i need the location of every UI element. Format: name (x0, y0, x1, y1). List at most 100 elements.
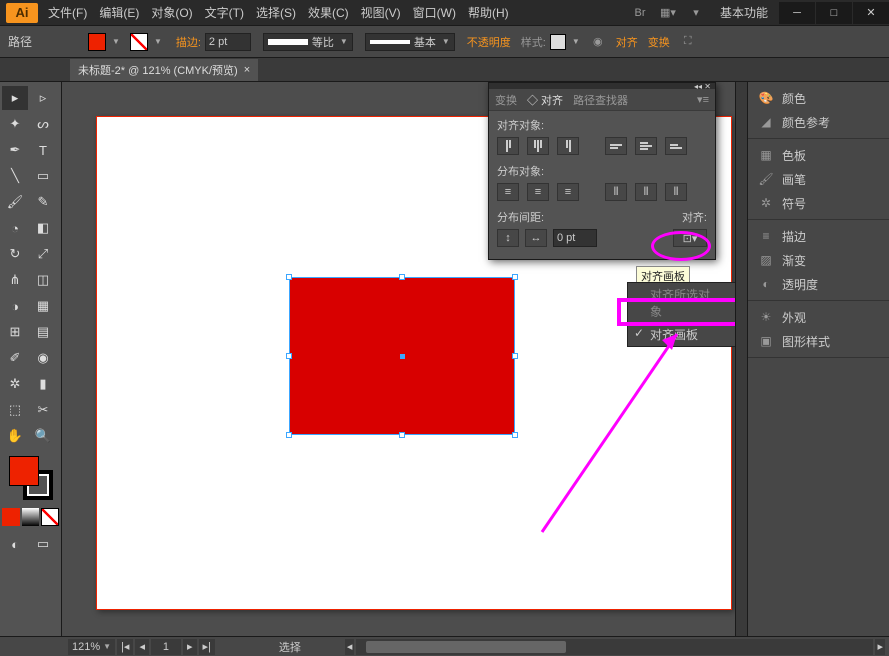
shape-builder-tool[interactable]: ◑ (2, 294, 28, 318)
stroke-swatch[interactable] (130, 33, 148, 51)
spacing-input[interactable] (553, 229, 597, 247)
type-tool[interactable]: T (30, 138, 56, 162)
hdist-center-button[interactable]: ⦀ (635, 183, 657, 201)
selection-handle[interactable] (286, 432, 292, 438)
hand-tool[interactable]: ✋ (2, 424, 28, 448)
magic-wand-tool[interactable]: ✦ (2, 112, 28, 136)
zoom-level[interactable]: 121%▼ (68, 639, 115, 655)
panel-tab-transform[interactable]: 变换 (495, 92, 517, 108)
panel-tab-pathfinder[interactable]: 路径查找器 (573, 92, 628, 108)
isolate-icon[interactable]: ⛶ (678, 32, 698, 52)
recolor-icon[interactable]: ◉ (588, 32, 608, 52)
selection-handle[interactable] (399, 274, 405, 280)
stroke-weight-input[interactable] (205, 33, 251, 51)
dock-stroke[interactable]: ≡描边 (748, 224, 889, 248)
selection-handle[interactable] (512, 432, 518, 438)
panel-menu-icon[interactable]: ▾≡ (697, 93, 709, 106)
variable-width-profile[interactable]: 等比▼ (263, 33, 353, 51)
symbol-sprayer-tool[interactable]: ✲ (2, 372, 28, 396)
mesh-tool[interactable]: ⊞ (2, 320, 28, 344)
stroke-dropdown-icon[interactable]: ▼ (154, 37, 162, 46)
dock-swatches[interactable]: ▦色板 (748, 143, 889, 167)
maximize-button[interactable]: □ (816, 2, 852, 24)
close-button[interactable]: ✕ (853, 2, 889, 24)
fill-stroke-selector[interactable] (9, 456, 53, 500)
align-top-button[interactable] (605, 137, 627, 155)
direct-selection-tool[interactable]: ▹ (30, 86, 56, 110)
menu-type[interactable]: 文字(T) (199, 4, 250, 21)
dock-color-guide[interactable]: ◢颜色参考 (748, 110, 889, 134)
vdist-bottom-button[interactable]: ≡ (557, 183, 579, 201)
selection-handle[interactable] (286, 353, 292, 359)
menu-object[interactable]: 对象(O) (145, 4, 198, 21)
menu-file[interactable]: 文件(F) (42, 4, 93, 21)
line-tool[interactable]: ╲ (2, 164, 28, 188)
color-mode-icon[interactable] (2, 508, 20, 526)
menu-edit[interactable]: 编辑(E) (93, 4, 145, 21)
selection-tool[interactable]: ▸ (2, 86, 28, 110)
perspective-tool[interactable]: ▦ (30, 294, 56, 318)
panel-tab-align[interactable]: ◇ 对齐 (527, 92, 563, 108)
align-right-button[interactable] (557, 137, 579, 155)
menu-window[interactable]: 窗口(W) (407, 4, 462, 21)
canvas[interactable]: ◂◂ ✕ 变换 ◇ 对齐 路径查找器 ▾≡ 对齐对象: 分布对象: (62, 82, 735, 636)
eraser-tool[interactable]: ◧ (30, 216, 56, 240)
artboard-nav-first[interactable]: |◂ (117, 639, 133, 655)
fill-color-box[interactable] (9, 456, 39, 486)
tab-close-icon[interactable]: × (244, 64, 250, 76)
artboard-tool[interactable]: ⬚ (2, 398, 28, 422)
dock-graphic-styles[interactable]: ▣图形样式 (748, 329, 889, 353)
scroll-right-button[interactable]: ▸ (875, 639, 885, 655)
rectangle-tool[interactable]: ▭ (30, 164, 56, 188)
document-tab[interactable]: 未标题-2* @ 121% (CMYK/预览) × (70, 59, 258, 81)
selection-handle[interactable] (512, 353, 518, 359)
vdist-top-button[interactable]: ≡ (497, 183, 519, 201)
blob-brush-tool[interactable]: ◔ (2, 216, 28, 240)
graphic-style-swatch[interactable] (550, 34, 566, 50)
scroll-left-button[interactable]: ◂ (345, 639, 355, 655)
selection-handle[interactable] (286, 274, 292, 280)
draw-mode-icon[interactable]: ◐ (2, 532, 28, 556)
slice-tool[interactable]: ✂ (30, 398, 56, 422)
graph-tool[interactable]: ▮ (30, 372, 56, 396)
screen-mode-icon[interactable]: ▭ (30, 532, 56, 556)
hdist-left-button[interactable]: ⦀ (605, 183, 627, 201)
artboard-nav-last[interactable]: ▸| (199, 639, 215, 655)
align-bottom-button[interactable] (665, 137, 687, 155)
search-icon[interactable]: ▾ (686, 3, 706, 23)
paintbrush-tool[interactable]: 🖌 (2, 190, 28, 214)
minimize-button[interactable]: ─ (779, 2, 815, 24)
none-mode-icon[interactable] (41, 508, 59, 526)
zoom-tool[interactable]: 🔍 (30, 424, 56, 448)
transform-label[interactable]: 变换 (648, 34, 670, 50)
menu-select[interactable]: 选择(S) (250, 4, 302, 21)
align-vcenter-button[interactable] (635, 137, 657, 155)
dock-transparency[interactable]: ◐透明度 (748, 272, 889, 296)
gradient-mode-icon[interactable] (22, 508, 40, 526)
vdist-center-button[interactable]: ≡ (527, 183, 549, 201)
dock-collapse-strip[interactable] (735, 82, 747, 636)
horizontal-scrollbar[interactable] (356, 639, 873, 655)
dock-appearance[interactable]: ☀外观 (748, 305, 889, 329)
arrange-icon[interactable]: ▦▾ (658, 3, 678, 23)
fill-swatch[interactable] (88, 33, 106, 51)
pen-tool[interactable]: ✒ (2, 138, 28, 162)
free-transform-tool[interactable]: ◫ (30, 268, 56, 292)
menu-effect[interactable]: 效果(C) (302, 4, 355, 21)
artboard-index[interactable]: 1 (151, 639, 181, 655)
vspace-button[interactable]: ↕ (497, 229, 519, 247)
scale-tool[interactable]: ⤢ (30, 242, 56, 266)
selection-handle[interactable] (512, 274, 518, 280)
dock-symbols[interactable]: ✲符号 (748, 191, 889, 215)
dock-brushes[interactable]: 🖌画笔 (748, 167, 889, 191)
width-tool[interactable]: ⋔ (2, 268, 28, 292)
selection-handle[interactable] (399, 432, 405, 438)
bridge-icon[interactable]: Br (630, 3, 650, 23)
menu-view[interactable]: 视图(V) (355, 4, 407, 21)
align-hcenter-button[interactable] (527, 137, 549, 155)
lasso-tool[interactable]: ᔕ (30, 112, 56, 136)
blend-tool[interactable]: ◉ (30, 346, 56, 370)
gradient-tool[interactable]: ▤ (30, 320, 56, 344)
workspace-switcher[interactable]: 基本功能 (710, 4, 778, 21)
hspace-button[interactable]: ↔ (525, 229, 547, 247)
